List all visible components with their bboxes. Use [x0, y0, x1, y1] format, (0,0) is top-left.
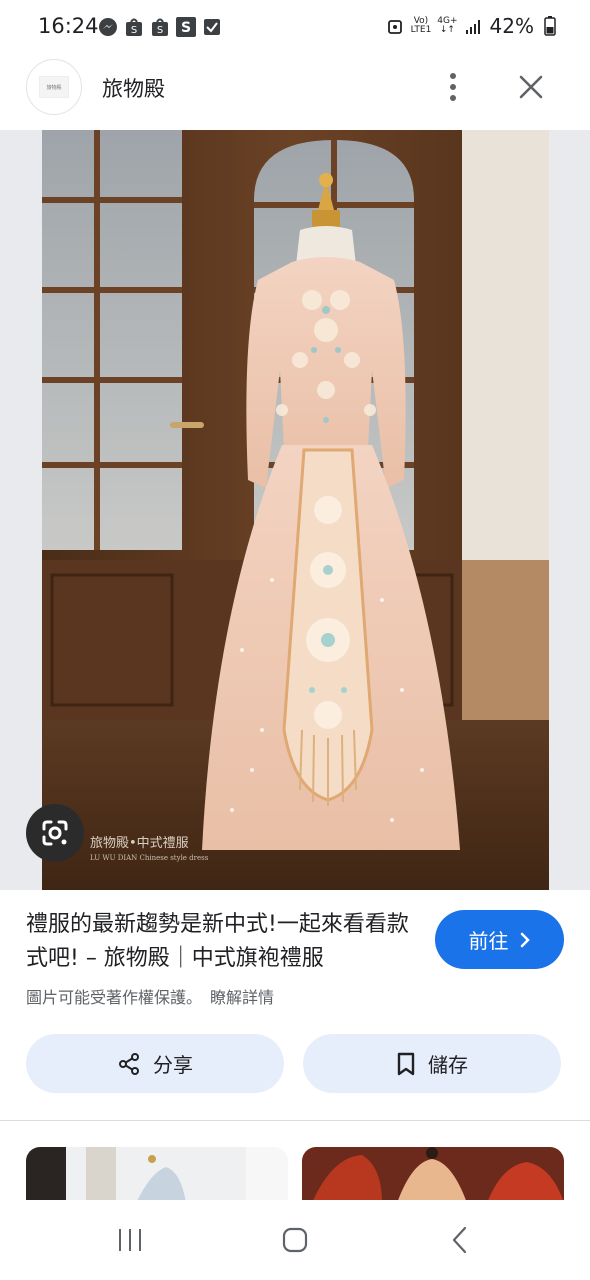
signal-icon — [464, 16, 484, 36]
checkbox-icon — [202, 17, 222, 37]
svg-text:旅物殿•中式禮服: 旅物殿•中式禮服 — [90, 836, 189, 851]
lens-icon — [42, 820, 68, 846]
shopee-icon: S — [150, 17, 170, 37]
close-icon — [519, 75, 543, 99]
back-icon — [452, 1226, 467, 1254]
close-button[interactable] — [512, 68, 550, 106]
battery-percent: 42% — [489, 14, 534, 38]
more-options-button[interactable] — [436, 68, 470, 106]
recent-apps-icon — [119, 1229, 141, 1251]
wedding-dress-photo: 旅物殿•中式禮服 LU WU DIAN Chinese style dress — [42, 130, 549, 890]
image-viewer: 旅物殿•中式禮服 LU WU DIAN Chinese style dress — [0, 130, 590, 890]
copyright-notice: 圖片可能受著作權保護。 瞭解詳情 — [26, 984, 274, 1008]
divider — [0, 1120, 590, 1121]
status-time: 16:24 — [38, 14, 99, 38]
data-arrows-icon: ↓↑ — [439, 25, 455, 35]
result-title[interactable]: 禮服的最新趨勢是新中式!一起來看看款式吧! – 旅物殿｜中式旗袍禮服 — [26, 908, 422, 976]
more-vert-icon — [450, 73, 456, 101]
related-image — [302, 1147, 564, 1203]
share-button[interactable]: 分享 — [26, 1034, 284, 1093]
related-image-thumbnail[interactable] — [26, 1147, 288, 1203]
chevron-right-icon — [520, 932, 530, 947]
alarm-icon — [385, 16, 405, 36]
site-avatar[interactable]: 旅物殿 — [26, 59, 82, 115]
related-image — [26, 1147, 288, 1203]
recent-apps-button[interactable] — [100, 1220, 160, 1260]
s-app-icon: S — [176, 17, 196, 37]
share-icon — [119, 1052, 139, 1075]
site-name[interactable]: 旅物殿 — [102, 73, 165, 103]
main-image[interactable]: 旅物殿•中式禮服 LU WU DIAN Chinese style dress — [42, 130, 549, 890]
learn-more-link[interactable]: 瞭解詳情 — [210, 988, 274, 1007]
status-right: Vo) LTE1 4G+ ↓↑ 42% — [385, 14, 560, 38]
app-header: 旅物殿 旅物殿 — [0, 56, 590, 130]
volte-indicator: Vo) LTE1 — [410, 16, 432, 35]
share-label: 分享 — [153, 1053, 193, 1077]
copyright-text: 圖片可能受著作權保護。 — [26, 988, 203, 1007]
battery-icon — [540, 16, 560, 36]
site-logo: 旅物殿 — [39, 76, 69, 98]
shopee-icon: S — [124, 17, 144, 37]
home-icon — [282, 1227, 308, 1253]
back-button[interactable] — [430, 1220, 490, 1260]
related-image-thumbnail[interactable] — [302, 1147, 564, 1203]
system-navigation-bar — [0, 1200, 590, 1280]
save-label: 儲存 — [428, 1053, 468, 1077]
visit-label: 前往 — [468, 929, 509, 953]
network-indicator: 4G+ ↓↑ — [437, 16, 458, 35]
save-button[interactable]: 儲存 — [303, 1034, 561, 1093]
notification-icons: S S S — [98, 17, 222, 37]
home-button[interactable] — [265, 1220, 325, 1260]
visit-button[interactable]: 前往 — [435, 910, 564, 969]
svg-text:S: S — [181, 20, 191, 36]
status-bar: 16:24 S S S Vo) LTE1 4G+ ↓↑ 42% — [0, 0, 590, 56]
bookmark-icon — [397, 1052, 415, 1075]
svg-text:S: S — [157, 25, 163, 36]
svg-text:S: S — [131, 25, 137, 36]
messenger-icon — [98, 17, 118, 37]
google-lens-button[interactable] — [26, 804, 84, 862]
svg-text:LU WU DIAN Chinese style dress: LU WU DIAN Chinese style dress — [90, 854, 209, 862]
